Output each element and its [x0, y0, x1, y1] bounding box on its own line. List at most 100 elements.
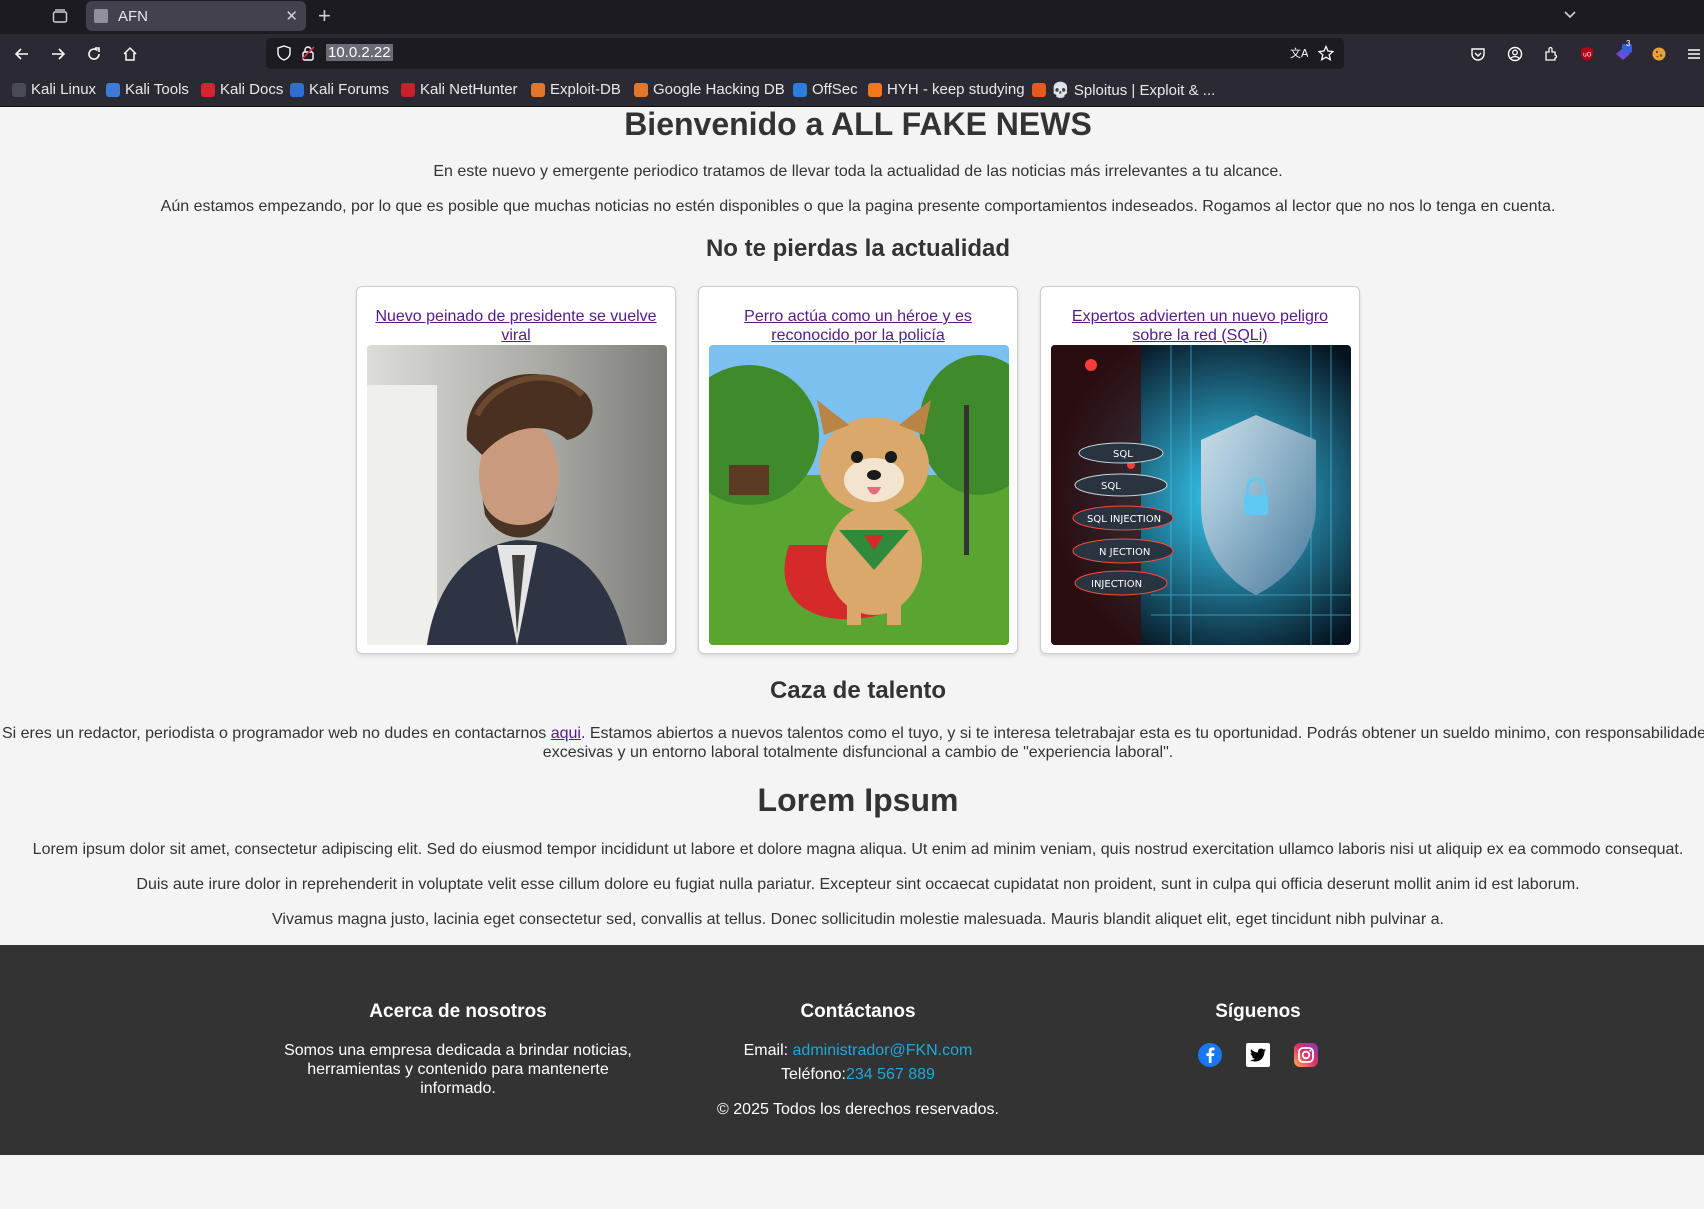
bookmark-offsec[interactable]: OffSec	[793, 81, 858, 98]
sqli-image-label: N JECTION	[1099, 547, 1150, 558]
kali-docs-icon	[201, 82, 215, 97]
translate-icon[interactable]: 文A	[1290, 45, 1309, 66]
sqli-image-label: SQL	[1113, 449, 1133, 460]
home-icon[interactable]	[118, 42, 142, 66]
bookmark-google-hacking-db[interactable]: Google Hacking DB	[634, 81, 785, 98]
phone-label: Teléfono:	[781, 1066, 846, 1083]
account-icon[interactable]	[1503, 42, 1527, 66]
reload-icon[interactable]	[82, 42, 106, 66]
intro-paragraph: En este nuevo y emergente periodico trat…	[433, 163, 1283, 180]
extension-badge-count: 3	[1626, 39, 1631, 48]
footer: Acerca de nosotros Somos una empresa ded…	[0, 945, 1704, 1155]
sqli-image-label: SQL INJECTION	[1087, 514, 1161, 525]
bookmark-label: Kali NetHunter	[420, 81, 518, 98]
ghdb-icon	[634, 82, 648, 97]
twitter-icon[interactable]	[1246, 1043, 1270, 1067]
talent-paragraph-line-1: Si eres un redactor, periodista o progra…	[0, 724, 1704, 743]
bookmark-hyh[interactable]: HYH - keep studying	[868, 81, 1025, 98]
sploitus-icon	[1032, 83, 1046, 97]
about-heading: Acerca de nosotros	[369, 1001, 547, 1022]
news-heading: No te pierdas la actualidad	[705, 235, 1011, 262]
news-link-dog-hero[interactable]: Perro actúa como un héroe y es reconocid…	[709, 307, 1007, 345]
navigation-toolbar: 10.0.2.22 文A uO 3	[0, 34, 1704, 74]
bookmark-label: Kali Linux	[31, 81, 97, 98]
menu-icon[interactable]	[1682, 42, 1704, 66]
bookmark-label: Google Hacking DB	[653, 81, 785, 98]
tab-title: AFN	[118, 7, 148, 25]
lorem-paragraph: Vivamus magna justo, lacinia eget consec…	[272, 911, 1444, 928]
exploit-db-icon	[531, 82, 545, 97]
bookmark-label: 💀 Sploitus | Exploit & ...	[1051, 82, 1216, 99]
svg-text:uO: uO	[1583, 52, 1592, 59]
extensions-icon[interactable]	[1539, 42, 1563, 66]
ublock-icon[interactable]: uO	[1575, 42, 1599, 66]
bookmark-kali-forums[interactable]: Kali Forums	[290, 81, 389, 98]
news-link-sqli[interactable]: Expertos advierten un nuevo peligro sobr…	[1051, 307, 1349, 345]
bookmark-kali-linux[interactable]: Kali Linux	[12, 81, 96, 98]
bookmark-kali-nethunter[interactable]: Kali NetHunter	[401, 81, 518, 98]
talent-text: . Estamos abiertos a nuevos talentos com…	[580, 725, 1704, 742]
fire-icon	[868, 82, 882, 97]
notice-paragraph: Aún estamos empezando, por lo que es pos…	[160, 198, 1556, 215]
kali-dragon-icon	[12, 82, 26, 97]
page-title: Bienvenido a ALL FAKE NEWS	[624, 106, 1092, 142]
bookmark-kali-tools[interactable]: Kali Tools	[106, 81, 189, 98]
phone-link[interactable]: 234 567 889	[846, 1066, 935, 1083]
page-favicon-icon	[94, 9, 108, 23]
talent-paragraph-line-2: excesivas y un entorno laboral totalment…	[542, 744, 1174, 761]
bookmark-sploitus[interactable]: 💀 Sploitus | Exploit & ...	[1032, 81, 1215, 99]
chevron-down-icon[interactable]	[1562, 6, 1578, 27]
news-image-hero-dog[interactable]	[709, 345, 1009, 645]
forward-icon[interactable]	[46, 42, 70, 66]
bookmark-star-icon[interactable]	[1317, 44, 1335, 66]
contact-heading: Contáctanos	[800, 1001, 916, 1022]
contact-details: Email: administrador@FKN.com Teléfono: 2…	[698, 1041, 1018, 1084]
nethunter-icon	[401, 82, 415, 97]
lock-icon[interactable]	[300, 45, 316, 66]
instagram-icon[interactable]	[1294, 1043, 1318, 1067]
back-icon[interactable]	[10, 42, 34, 66]
new-tab-icon[interactable]: +	[318, 3, 331, 29]
shield-icon[interactable]	[276, 45, 292, 66]
svg-text:文A: 文A	[1290, 46, 1308, 60]
extension-badge-icon[interactable]: 3	[1611, 39, 1635, 66]
news-image-sqli[interactable]: SQL SQL SQL INJECTION N JECTION INJECTIO…	[1051, 345, 1351, 645]
news-card: Expertos advierten un nuevo peligro sobr…	[1040, 286, 1360, 654]
sqli-image-label: SQL	[1101, 481, 1121, 492]
pocket-icon[interactable]	[1466, 42, 1490, 66]
facebook-icon[interactable]	[1198, 1043, 1222, 1067]
email-link[interactable]: administrador@FKN.com	[793, 1042, 973, 1059]
close-tab-icon[interactable]: ✕	[285, 7, 298, 25]
kali-tools-icon	[106, 82, 120, 97]
contact-here-link[interactable]: aqui	[551, 725, 581, 742]
lorem-paragraph: Duis aute irure dolor in reprehenderit i…	[136, 876, 1580, 893]
copyright-text: © 2025 Todos los derechos reservados.	[717, 1101, 999, 1118]
email-label: Email:	[743, 1042, 793, 1059]
talent-heading: Caza de talento	[769, 677, 947, 704]
sqli-image-label: INJECTION	[1091, 579, 1142, 590]
page-content: Bienvenido a ALL FAKE NEWS En este nuevo…	[0, 106, 1704, 1209]
bookmark-label: Kali Forums	[309, 81, 390, 98]
about-text: Somos una empresa dedicada a brindar not…	[284, 1042, 632, 1097]
follow-heading: Síguenos	[1215, 1001, 1301, 1022]
bookmark-label: Kali Tools	[125, 81, 189, 98]
bookmark-label: OffSec	[812, 81, 858, 98]
bookmark-label: HYH - keep studying	[887, 81, 1025, 98]
bookmarks-toolbar: Kali Linux Kali Tools Kali Docs Kali For…	[0, 74, 1704, 107]
url-text[interactable]: 10.0.2.22	[326, 44, 393, 61]
tab-list-icon[interactable]	[48, 4, 72, 28]
lorem-paragraph: Lorem ipsum dolor sit amet, consectetur …	[32, 841, 1684, 858]
bookmark-exploit-db[interactable]: Exploit-DB	[531, 81, 621, 98]
news-link-hairstyle[interactable]: Nuevo peinado de presidente se vuelve vi…	[367, 307, 665, 345]
lorem-heading: Lorem Ipsum	[757, 782, 959, 818]
talent-text: Si eres un redactor, periodista o progra…	[1, 725, 551, 742]
bookmark-kali-docs[interactable]: Kali Docs	[201, 81, 283, 98]
cookie-extension-icon[interactable]	[1647, 42, 1671, 66]
news-card: Perro actúa como un héroe y es reconocid…	[698, 286, 1018, 654]
tab-afn[interactable]: AFN ✕	[86, 1, 306, 31]
tab-bar: AFN ✕ +	[0, 0, 1704, 34]
address-bar[interactable]: 10.0.2.22 文A	[266, 38, 1344, 69]
bookmark-label: Kali Docs	[220, 81, 284, 98]
kali-forums-icon	[290, 82, 304, 97]
news-image-president[interactable]	[367, 345, 667, 645]
